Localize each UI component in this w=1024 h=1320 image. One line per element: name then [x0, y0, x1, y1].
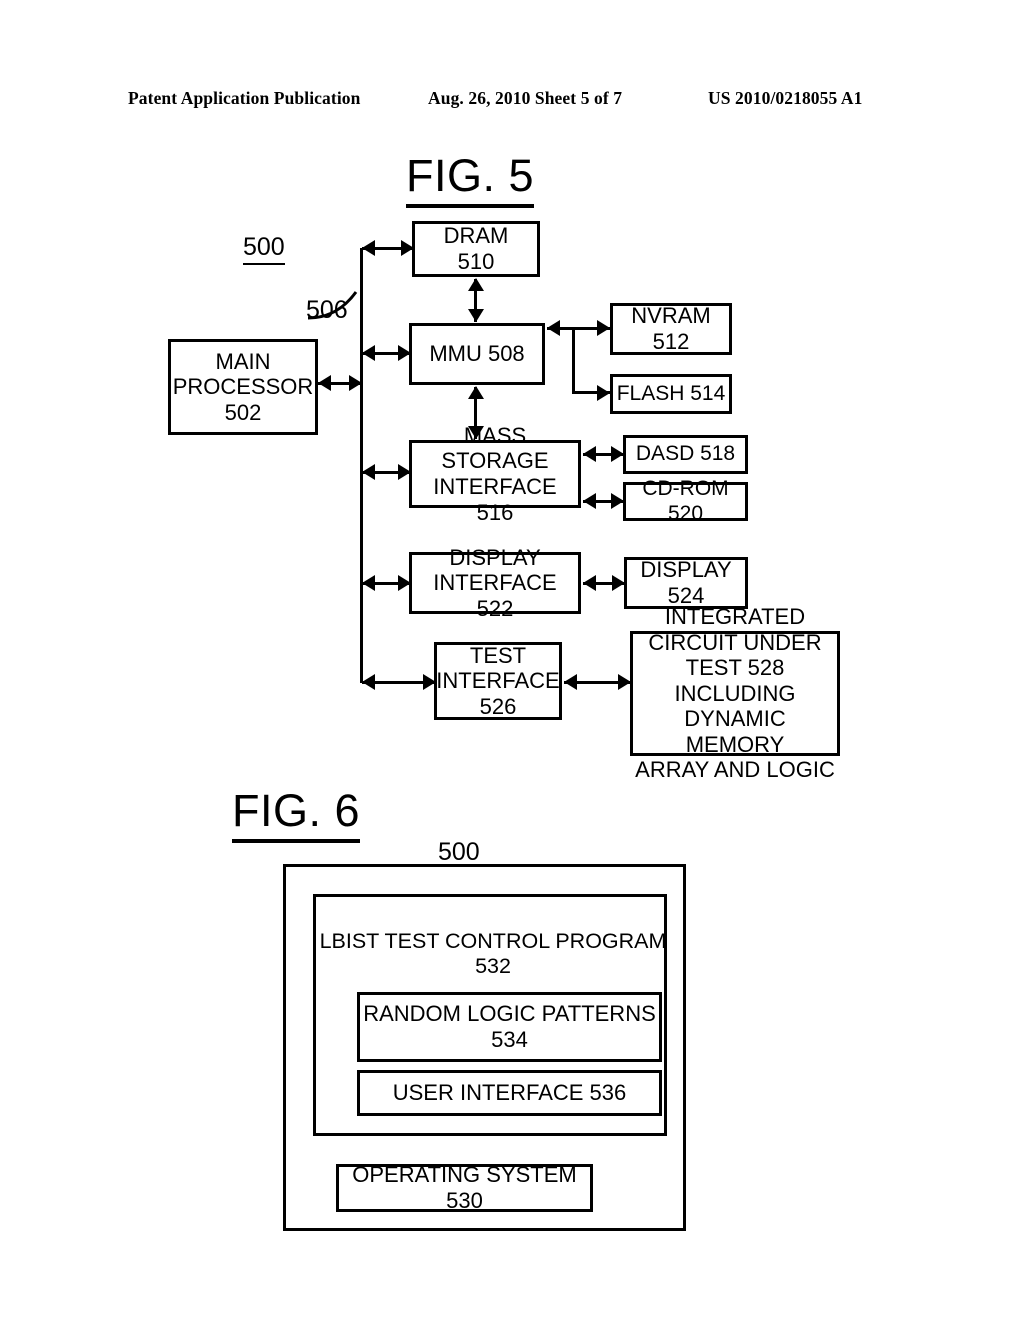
arrowhead-processor-right: [349, 375, 362, 391]
header-publication: Patent Application Publication: [128, 88, 361, 108]
arrowhead-msi-down: [468, 426, 484, 439]
arrowhead-dram-left: [362, 240, 375, 256]
box-dasd: DASD 518: [623, 435, 748, 474]
arrowhead-flash-right: [597, 385, 610, 401]
box-integrated-circuit-under-test: INTEGRATED CIRCUIT UNDER TEST 528 INCLUD…: [630, 604, 840, 782]
arrowhead-display-right: [612, 575, 625, 591]
box-nvram: NVRAM 512: [610, 303, 732, 355]
arrowhead-dram-up: [468, 278, 484, 291]
figure-6-title-text: FIG. 6: [232, 785, 361, 843]
arrowhead-dram-right: [401, 240, 414, 256]
arrowhead-nvram-right: [597, 320, 610, 336]
arrowhead-msi-right: [398, 464, 411, 480]
box-display-interface: DISPLAY INTERFACE 522: [409, 545, 581, 621]
arrowhead-iut-right: [618, 674, 631, 690]
arrowhead-ti-right: [423, 674, 436, 690]
box-user-interface: USER INTERFACE 536: [357, 1070, 662, 1116]
box-random-logic-patterns: RANDOM LOGIC PATTERNS 534: [357, 992, 662, 1062]
figure-6-title: FIG. 6: [232, 785, 361, 843]
box-cdrom: CD-ROM 520: [623, 477, 748, 525]
arrowhead-msi-left: [362, 464, 375, 480]
arrowhead-mmu-down: [468, 309, 484, 322]
arrowhead-display-left: [583, 575, 596, 591]
arrowhead-mmu-left: [362, 345, 375, 361]
arrowhead-mmu-up: [468, 386, 484, 399]
arrowhead-ti-left: [362, 674, 375, 690]
box-display: DISPLAY 524: [624, 557, 748, 609]
arrowhead-iut-left: [564, 674, 577, 690]
label-lbist-test-control-program: LBIST TEST CONTROL PROGRAM 532: [319, 929, 667, 978]
arrowhead-cdrom-right: [611, 493, 624, 509]
arrowhead-di-right: [398, 575, 411, 591]
box-mmu: MMU 508: [409, 323, 545, 385]
arrowhead-cdrom-left: [583, 493, 596, 509]
box-flash: FLASH 514: [610, 374, 732, 414]
figure-5-title: FIG. 5: [406, 150, 535, 208]
figure-5-system-label: 500: [243, 233, 285, 265]
arrowhead-nvram-left: [547, 320, 560, 336]
arrowhead-dasd-left: [583, 446, 596, 462]
header-date-sheet: Aug. 26, 2010 Sheet 5 of 7: [428, 88, 623, 108]
figure-5-title-text: FIG. 5: [406, 150, 535, 208]
bus-leader-line: [307, 291, 358, 320]
connector-branch-flash-vertical: [572, 327, 575, 394]
box-operating-system: OPERATING SYSTEM 530: [336, 1162, 593, 1213]
header-patent-number: US 2010/0218055 A1: [708, 88, 863, 108]
box-dram: DRAM 510: [412, 221, 540, 277]
patent-drawing-page: Patent Application Publication Aug. 26, …: [0, 0, 1024, 1320]
arrowhead-dasd-right: [611, 446, 624, 462]
arrowhead-mmu-right: [398, 345, 411, 361]
box-test-interface: TEST INTERFACE 526: [434, 642, 562, 720]
box-mass-storage-interface: MASS STORAGE INTERFACE 516: [409, 423, 581, 525]
arrowhead-processor-left: [318, 375, 331, 391]
arrowhead-di-left: [362, 575, 375, 591]
box-main-processor: MAIN PROCESSOR 502: [168, 339, 318, 435]
